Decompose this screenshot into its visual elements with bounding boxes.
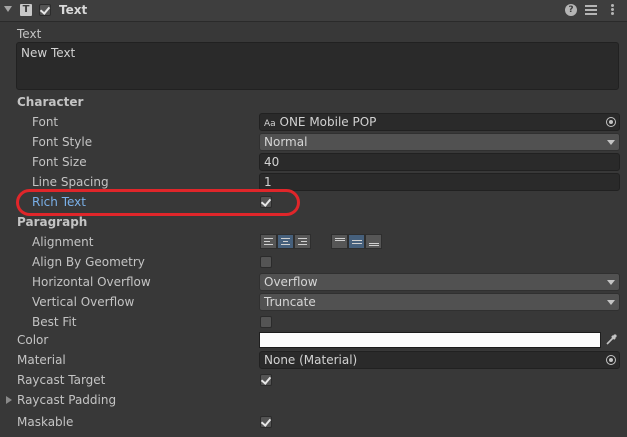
font-style-dropdown[interactable]: Normal (259, 133, 620, 151)
horizontal-overflow-value: Overflow (264, 275, 318, 289)
best-fit-checkbox[interactable] (260, 316, 272, 328)
align-center-button[interactable] (277, 234, 294, 249)
component-header[interactable]: T Text ? (0, 0, 627, 22)
color-swatch-field[interactable] (259, 332, 601, 348)
vertical-overflow-label: Vertical Overflow (32, 295, 135, 309)
chevron-down-icon (607, 280, 615, 285)
best-fit-label: Best Fit (32, 315, 77, 329)
checkmark-icon (260, 374, 272, 385)
help-icon[interactable]: ? (565, 4, 577, 16)
font-asset-icon: Aa (264, 119, 276, 129)
checkmark-icon (260, 416, 272, 427)
vertical-alignment-group (331, 234, 382, 249)
paragraph-heading: Paragraph (17, 215, 88, 229)
align-left-button[interactable] (260, 234, 277, 249)
font-style-value: Normal (264, 135, 308, 149)
checkmark-icon (39, 4, 51, 15)
font-value: ONE Mobile POP (279, 115, 377, 129)
align-middle-button[interactable] (348, 234, 365, 249)
horizontal-alignment-group (260, 234, 311, 249)
chevron-down-icon (607, 140, 615, 145)
material-label: Material (17, 353, 66, 367)
font-size-input[interactable]: 40 (259, 153, 620, 171)
expand-arrow-icon[interactable] (6, 396, 12, 404)
horizontal-overflow-label: Horizontal Overflow (32, 275, 151, 289)
align-bottom-button[interactable] (365, 234, 382, 249)
raycast-target-checkbox[interactable] (260, 374, 272, 386)
maskable-label: Maskable (17, 415, 74, 429)
raycast-padding-label[interactable]: Raycast Padding (17, 393, 116, 407)
color-label: Color (17, 333, 49, 347)
align-by-geometry-checkbox[interactable] (260, 256, 272, 268)
vertical-overflow-dropdown[interactable]: Truncate (259, 293, 620, 311)
font-field[interactable]: Aa ONE Mobile POP (259, 113, 620, 131)
vertical-overflow-value: Truncate (264, 295, 316, 309)
text-area[interactable]: New Text (16, 42, 619, 90)
component-title: Text (59, 3, 88, 17)
collapse-arrow-icon[interactable] (4, 6, 12, 12)
align-top-button[interactable] (331, 234, 348, 249)
alignment-label: Alignment (32, 235, 94, 249)
horizontal-overflow-dropdown[interactable]: Overflow (259, 273, 620, 291)
line-spacing-input[interactable]: 1 (259, 173, 620, 191)
material-value: None (Material) (264, 353, 358, 367)
checkmark-icon (260, 196, 272, 207)
rich-text-label: Rich Text (32, 195, 86, 209)
text-component-icon: T (20, 4, 32, 16)
line-spacing-label: Line Spacing (32, 175, 109, 189)
component-enabled-checkbox[interactable] (39, 4, 51, 16)
presets-icon[interactable] (585, 4, 597, 16)
maskable-checkbox[interactable] (260, 416, 272, 428)
eyedropper-icon[interactable] (604, 333, 618, 347)
font-style-label: Font Style (32, 135, 93, 149)
font-size-label: Font Size (32, 155, 87, 169)
text-label: Text (17, 27, 42, 41)
raycast-target-label: Raycast Target (17, 373, 106, 387)
font-label: Font (32, 115, 59, 129)
align-right-button[interactable] (294, 234, 311, 249)
character-heading: Character (17, 95, 84, 109)
more-icon[interactable] (607, 4, 619, 16)
chevron-down-icon (607, 300, 615, 305)
object-picker-icon[interactable] (606, 355, 616, 365)
rich-text-checkbox[interactable] (260, 196, 272, 208)
material-field[interactable]: None (Material) (259, 351, 620, 369)
object-picker-icon[interactable] (606, 117, 616, 127)
align-by-geometry-label: Align By Geometry (32, 255, 145, 269)
